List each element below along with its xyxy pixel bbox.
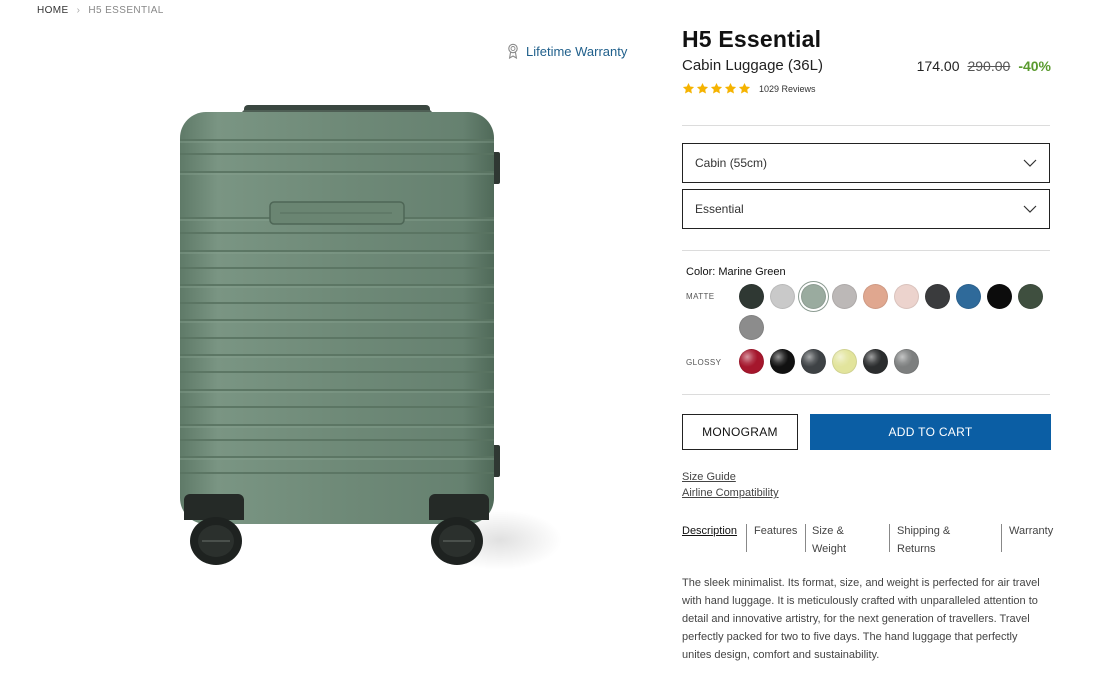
breadcrumb-separator: › xyxy=(76,5,81,16)
glossy-color-swatch[interactable] xyxy=(863,349,888,374)
tab-divider xyxy=(889,524,890,552)
tab-divider xyxy=(805,524,806,552)
star-icon xyxy=(696,82,709,95)
chevron-down-icon xyxy=(1023,205,1037,213)
edition-select[interactable]: Essential xyxy=(682,189,1050,229)
edition-select-value: Essential xyxy=(695,202,744,216)
matte-color-swatch[interactable] xyxy=(739,315,764,340)
reviews-count[interactable]: 1029 Reviews xyxy=(759,84,816,94)
tab-features[interactable]: Features xyxy=(754,522,797,540)
product-image xyxy=(170,100,570,570)
glossy-color-swatch[interactable] xyxy=(770,349,795,374)
tab-divider xyxy=(746,524,747,552)
rating[interactable]: 1029 Reviews xyxy=(682,82,816,95)
matte-color-swatch[interactable] xyxy=(770,284,795,309)
chevron-down-icon xyxy=(1023,159,1037,167)
discount-badge: -40% xyxy=(1018,58,1051,74)
star-rating xyxy=(682,82,751,95)
glossy-color-swatch[interactable] xyxy=(801,349,826,374)
divider xyxy=(682,125,1050,126)
monogram-button[interactable]: MONOGRAM xyxy=(682,414,798,450)
award-ribbon-icon xyxy=(506,43,520,59)
glossy-swatches xyxy=(739,349,1059,374)
product-tabs: Description Features Size & Weight Shipp… xyxy=(682,522,1062,558)
matte-color-swatch[interactable] xyxy=(956,284,981,309)
tab-warranty[interactable]: Warranty xyxy=(1009,522,1053,540)
matte-label: MATTE xyxy=(686,292,715,301)
size-guide-link[interactable]: Size Guide xyxy=(682,471,736,483)
tab-size-weight[interactable]: Size & Weight xyxy=(812,522,846,558)
product-subtitle: Cabin Luggage (36L) xyxy=(682,57,823,74)
warranty-label: Lifetime Warranty xyxy=(526,43,628,59)
glossy-color-swatch[interactable] xyxy=(894,349,919,374)
matte-color-swatch[interactable] xyxy=(801,284,826,309)
tab-divider xyxy=(1001,524,1002,552)
matte-color-swatch[interactable] xyxy=(987,284,1012,309)
tab-description[interactable]: Description xyxy=(682,522,737,540)
add-to-cart-button[interactable]: ADD TO CART xyxy=(810,414,1051,450)
glossy-color-swatch[interactable] xyxy=(832,349,857,374)
glossy-label: GLOSSY xyxy=(686,358,722,367)
breadcrumb: HOME › H5 ESSENTIAL xyxy=(37,5,164,16)
breadcrumb-home-link[interactable]: HOME xyxy=(37,5,69,16)
star-icon xyxy=(724,82,737,95)
divider xyxy=(682,250,1050,251)
color-label: Color: Marine Green xyxy=(686,266,786,278)
matte-color-swatch[interactable] xyxy=(925,284,950,309)
airline-compatibility-link[interactable]: Airline Compatibility xyxy=(682,487,779,499)
divider xyxy=(682,394,1050,395)
breadcrumb-current: H5 ESSENTIAL xyxy=(88,5,164,16)
matte-swatches xyxy=(739,284,1059,340)
glossy-color-swatch[interactable] xyxy=(739,349,764,374)
price-row: 174.00 290.00 -40% xyxy=(917,58,1051,74)
star-icon xyxy=(710,82,723,95)
original-price: 290.00 xyxy=(967,58,1011,74)
current-price: 174.00 xyxy=(916,58,960,74)
tab-shipping-returns[interactable]: Shipping & Returns xyxy=(897,522,950,558)
product-description: The sleek minimalist. Its format, size, … xyxy=(682,577,1040,661)
product-title: H5 Essential xyxy=(682,26,822,52)
size-select[interactable]: Cabin (55cm) xyxy=(682,143,1050,183)
lifetime-warranty-link[interactable]: Lifetime Warranty xyxy=(506,43,627,59)
matte-color-swatch[interactable] xyxy=(739,284,764,309)
matte-color-swatch[interactable] xyxy=(832,284,857,309)
star-icon xyxy=(738,82,751,95)
matte-color-swatch[interactable] xyxy=(863,284,888,309)
matte-color-swatch[interactable] xyxy=(894,284,919,309)
size-select-value: Cabin (55cm) xyxy=(695,156,768,170)
matte-color-swatch[interactable] xyxy=(1018,284,1043,309)
star-icon xyxy=(682,82,695,95)
